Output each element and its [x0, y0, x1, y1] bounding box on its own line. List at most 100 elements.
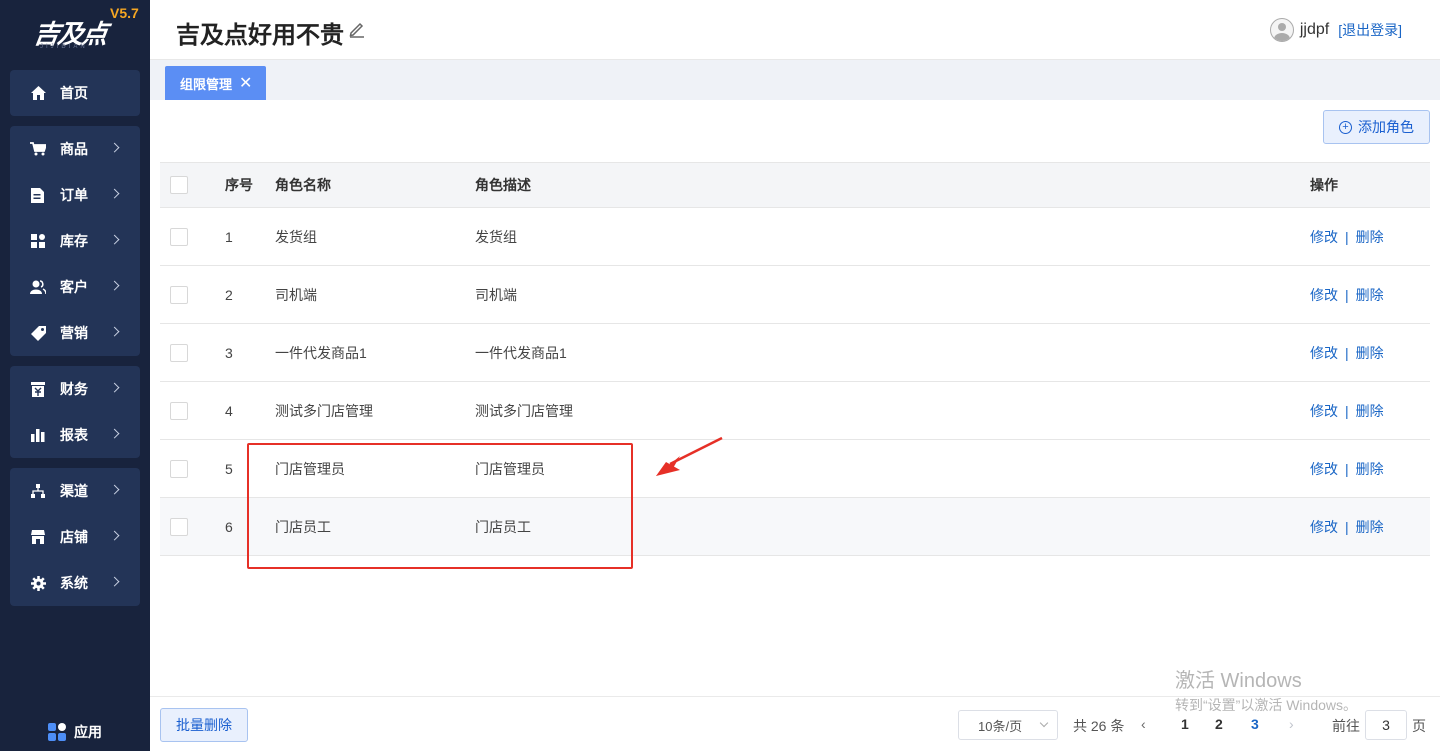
sidebar-item-label: 首页: [60, 85, 88, 101]
cell-ops: 修改 | 删除: [1310, 266, 1430, 324]
sidebar-item-finance[interactable]: 财务: [10, 366, 140, 412]
ops-separator: |: [1345, 344, 1349, 361]
edit-link[interactable]: 修改: [1310, 287, 1338, 303]
finance-icon: [30, 381, 46, 397]
next-page-button[interactable]: ›: [1289, 716, 1294, 732]
logo[interactable]: 吉及点 JIJIDIAN V5.7: [0, 0, 150, 60]
tab-bar: 组限管理 ✕: [150, 60, 1440, 100]
sidebar-item-customers[interactable]: 客户: [10, 264, 140, 310]
delete-link[interactable]: 删除: [1356, 403, 1384, 419]
edit-link[interactable]: 修改: [1310, 229, 1338, 245]
windows-activation-watermark: 激活 Windows 转到“设置”以激活 Windows。: [1175, 664, 1357, 715]
edit-link[interactable]: 修改: [1310, 519, 1338, 535]
cell-index: 3: [225, 344, 233, 361]
shop-title: 吉及点好用不贵: [176, 22, 344, 49]
ops-separator: |: [1345, 228, 1349, 245]
sidebar-item-reports[interactable]: 报表: [10, 412, 140, 458]
row-checkbox[interactable]: [170, 285, 188, 304]
page-size-value: 10条/页: [978, 718, 1023, 734]
cell-role-desc: 发货组: [475, 228, 517, 245]
watermark-line2: 转到“设置”以激活 Windows。: [1175, 697, 1358, 713]
delete-link[interactable]: 删除: [1356, 229, 1384, 245]
sidebar-item-label: 订单: [60, 187, 88, 203]
row-checkbox[interactable]: [170, 517, 188, 536]
cell-role-name: 一件代发商品1: [275, 344, 367, 361]
cell-ops: 修改 | 删除: [1310, 382, 1430, 440]
pencil-icon[interactable]: [348, 20, 368, 40]
close-icon[interactable]: ✕: [239, 73, 252, 93]
customer-icon: [30, 279, 46, 295]
avatar[interactable]: [1269, 18, 1294, 42]
version-badge: V5.7: [110, 5, 139, 21]
header-index: 序号: [225, 177, 253, 193]
chevron-right-icon: [109, 530, 120, 541]
chevron-right-icon: [109, 428, 120, 439]
page-3[interactable]: 3: [1251, 716, 1259, 732]
sidebar-item-label: 系统: [60, 575, 88, 591]
tab-role-management[interactable]: 组限管理 ✕: [165, 66, 266, 100]
bar-chart-icon: [30, 427, 46, 443]
chevron-down-icon: [1039, 718, 1049, 728]
sidebar-item-stores[interactable]: 店铺: [10, 514, 140, 560]
cell-ops: 修改 | 删除: [1310, 440, 1430, 498]
cell-ops: 修改 | 删除: [1310, 324, 1430, 382]
table-row: 1 发货组 发货组 修改 | 删除: [160, 208, 1430, 266]
sidebar-item-channels[interactable]: 渠道: [10, 468, 140, 514]
sidebar-item-marketing[interactable]: 营销: [10, 310, 140, 356]
add-role-button[interactable]: + 添加角色: [1323, 110, 1430, 144]
row-checkbox[interactable]: [170, 227, 188, 246]
sidebar-item-label: 渠道: [60, 483, 88, 499]
select-all-checkbox[interactable]: [170, 176, 188, 194]
logout-link[interactable]: [退出登录]: [1338, 20, 1402, 40]
username: jjdpf: [1299, 21, 1330, 38]
edit-link[interactable]: 修改: [1310, 461, 1338, 477]
header-role-desc: 角色描述: [475, 177, 531, 193]
edit-link[interactable]: 修改: [1310, 345, 1338, 361]
sidebar-item-goods[interactable]: 商品: [10, 126, 140, 172]
logo-subtext: JIJIDIAN: [40, 44, 88, 50]
row-checkbox[interactable]: [170, 343, 188, 362]
sidebar-item-home[interactable]: 首页: [10, 70, 140, 116]
delete-link[interactable]: 删除: [1356, 461, 1384, 477]
table-header-row: 序号 角色名称 角色描述 操作: [160, 162, 1430, 208]
cell-index: 2: [225, 286, 233, 303]
cell-role-desc: 司机端: [475, 286, 517, 303]
header-ops: 操作: [1310, 177, 1338, 193]
ops-separator: |: [1345, 460, 1349, 477]
nav-group-finance: 财务 报表: [10, 366, 140, 458]
table-row: 3 一件代发商品1 一件代发商品1 修改 | 删除: [160, 324, 1430, 382]
sidebar-item-label: 店铺: [60, 529, 88, 545]
page-1[interactable]: 1: [1181, 716, 1189, 732]
top-header: 吉及点好用不贵 jjdpf [退出登录]: [150, 0, 1440, 60]
row-checkbox[interactable]: [170, 401, 188, 420]
home-icon: [30, 85, 46, 101]
nav-group-system: 渠道 店铺 系统: [10, 468, 140, 606]
sidebar-item-inventory[interactable]: 库存: [10, 218, 140, 264]
edit-link[interactable]: 修改: [1310, 403, 1338, 419]
chevron-right-icon: [109, 280, 120, 291]
chevron-right-icon: [109, 234, 120, 245]
apps-grid-icon: [48, 723, 66, 741]
prev-page-button[interactable]: ‹: [1141, 716, 1146, 732]
page-2[interactable]: 2: [1215, 716, 1223, 732]
delete-link[interactable]: 删除: [1356, 519, 1384, 535]
delete-link[interactable]: 删除: [1356, 345, 1384, 361]
apps-label: 应用: [74, 724, 102, 740]
ops-separator: |: [1345, 518, 1349, 535]
delete-link[interactable]: 删除: [1356, 287, 1384, 303]
sidebar-item-label: 营销: [60, 325, 88, 341]
nav-group-home: 首页: [10, 70, 140, 116]
chevron-right-icon: [109, 382, 120, 393]
store-icon: [30, 529, 46, 545]
goto-page-input[interactable]: 3: [1365, 710, 1407, 740]
cell-role-desc: 测试多门店管理: [475, 402, 573, 419]
user-menu: jjdpf [退出登录]: [1269, 18, 1402, 42]
chevron-right-icon: [109, 142, 120, 153]
sidebar-item-orders[interactable]: 订单: [10, 172, 140, 218]
batch-delete-button[interactable]: 批量删除: [160, 708, 248, 742]
sidebar-item-system[interactable]: 系统: [10, 560, 140, 606]
add-role-label: 添加角色: [1358, 119, 1414, 135]
row-checkbox[interactable]: [170, 459, 188, 478]
apps-button[interactable]: 应用: [48, 722, 102, 742]
page-size-select[interactable]: 10条/页: [958, 710, 1058, 740]
